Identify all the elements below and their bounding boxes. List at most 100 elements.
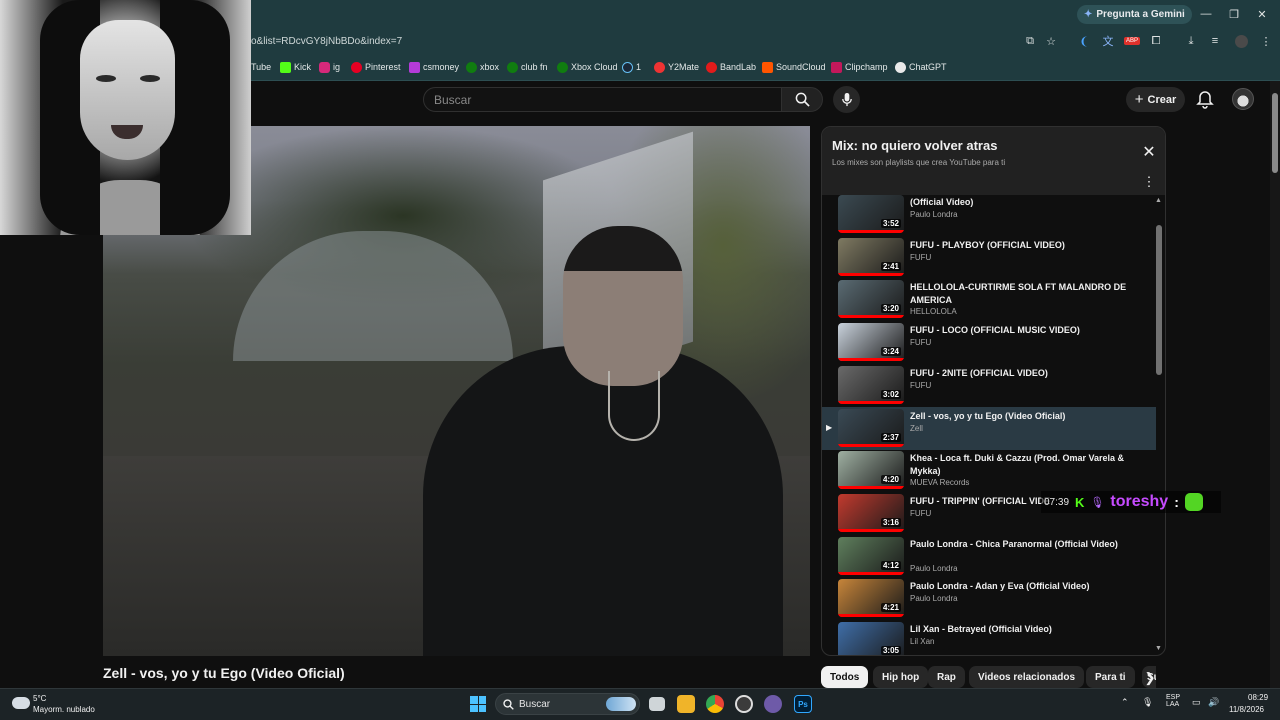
playlist-thumbnail[interactable]: 2:37 bbox=[838, 408, 904, 447]
playlist-item[interactable]: 4:20 Khea - Loca ft. Duki & Cazzu (Prod. … bbox=[822, 449, 1156, 492]
bookmark-instagram[interactable]: ig bbox=[319, 60, 340, 74]
scroll-up-icon[interactable]: ▲ bbox=[1155, 197, 1162, 204]
profile-icon[interactable] bbox=[1233, 33, 1249, 49]
playlist-item-title[interactable]: (Official Video) bbox=[910, 196, 1150, 209]
weather-temperature[interactable]: 5°C bbox=[33, 694, 46, 703]
weather-cloud-icon[interactable] bbox=[12, 697, 30, 709]
playlist-thumbnail[interactable]: 4:20 bbox=[838, 451, 904, 490]
adblock-icon[interactable]: ABP bbox=[1124, 33, 1141, 49]
language-indicator[interactable]: ESP LAA bbox=[1166, 694, 1180, 708]
bookmark-chatgpt[interactable]: ChatGPT bbox=[895, 60, 947, 74]
taskbar-time[interactable]: 08:29 bbox=[1248, 693, 1268, 702]
chip-filter[interactable]: Hip hop bbox=[873, 666, 929, 688]
translate-icon[interactable]: 文 bbox=[1100, 33, 1116, 49]
playlist-thumbnail[interactable]: 4:12 bbox=[838, 536, 904, 575]
playlist-item-title[interactable]: HELLOLOLA-CURTIRME SOLA FT MALANDRO DE A… bbox=[910, 281, 1150, 307]
bookmark-pinterest[interactable]: Pinterest bbox=[351, 60, 401, 74]
playlist-item-title[interactable]: Paulo Londra - Adan y Eva (Official Vide… bbox=[910, 580, 1150, 593]
bookmark-y2mate[interactable]: Y2Mate bbox=[654, 60, 699, 74]
bookmark-kick[interactable]: Kick bbox=[280, 60, 311, 74]
chrome-icon[interactable] bbox=[706, 695, 724, 713]
restore-icon[interactable]: ❐ bbox=[1224, 5, 1244, 23]
chip-filter[interactable]: Para ti bbox=[1086, 666, 1135, 688]
bookmark-steam[interactable]: 1 bbox=[622, 60, 641, 74]
chip-filter[interactable]: Videos relacionados bbox=[969, 666, 1085, 688]
download-icon[interactable]: ⤓ bbox=[1183, 33, 1199, 49]
scroll-down-icon[interactable]: ▼ bbox=[1155, 645, 1162, 652]
close-window-icon[interactable]: ✕ bbox=[1252, 5, 1272, 23]
url-text[interactable]: o&list=RDcvGY8jNbBDo&index=7 bbox=[251, 36, 402, 47]
voice-search-button[interactable] bbox=[833, 86, 860, 113]
playlist-item-title[interactable]: FUFU - 2NITE (OFFICIAL VIDEO) bbox=[910, 367, 1150, 380]
bookmark-csmoney[interactable]: csmoney bbox=[409, 60, 459, 74]
playlist-thumbnail[interactable]: 3:02 bbox=[838, 365, 904, 404]
puzzle-icon[interactable]: ⧠ bbox=[1148, 33, 1164, 49]
menu-kebab-icon[interactable]: ⋮ bbox=[1258, 33, 1274, 49]
playlist-item-title[interactable]: Khea - Loca ft. Duki & Cazzu (Prod. Omar… bbox=[910, 452, 1150, 478]
weather-description[interactable]: Mayorm. nublado bbox=[33, 705, 95, 714]
notifications-bell-icon[interactable] bbox=[1195, 90, 1215, 110]
bookmark-youtube[interactable]: Tube bbox=[251, 60, 271, 74]
bookmark-club-fn[interactable]: club fn bbox=[507, 60, 548, 74]
video-frame-chain bbox=[608, 371, 660, 441]
playlist-thumbnail[interactable]: 2:41 bbox=[838, 237, 904, 276]
playlist-item[interactable]: 3:05 Lil Xan - Betrayed (Official Video) L… bbox=[822, 620, 1156, 655]
bookmark-soundcloud[interactable]: SoundCloud bbox=[762, 60, 826, 74]
playlist-thumbnail[interactable]: 3:16 bbox=[838, 493, 904, 532]
photoshop-icon[interactable]: Ps bbox=[794, 695, 812, 713]
page-scrollbar-thumb[interactable] bbox=[1272, 93, 1278, 173]
task-view-icon[interactable] bbox=[649, 697, 665, 711]
file-explorer-icon[interactable] bbox=[677, 695, 695, 713]
tray-chevron-up-icon[interactable]: ⌃ bbox=[1121, 697, 1129, 708]
playlist-item[interactable]: 4:12 Paulo Londra - Chica Paranormal (Off… bbox=[822, 535, 1156, 578]
volume-icon[interactable]: 🔊 bbox=[1208, 697, 1219, 708]
chip-filter[interactable]: Rap bbox=[928, 666, 965, 688]
bookmark-star-icon[interactable]: ☆ bbox=[1043, 33, 1059, 49]
playlist-title[interactable]: Mix: no quiero volver atras bbox=[832, 138, 997, 153]
obs-icon[interactable] bbox=[735, 695, 753, 713]
playlist-item-title[interactable]: Lil Xan - Betrayed (Official Video) bbox=[910, 623, 1150, 636]
taskbar-date[interactable]: 11/8/2026 bbox=[1229, 705, 1264, 714]
playlist-item-title[interactable]: Zell - vos, yo y tu Ego (Video Oficial) bbox=[910, 410, 1150, 423]
playlist-scrollbar[interactable] bbox=[1156, 225, 1162, 375]
tray-microphone-icon[interactable]: 🎙 bbox=[1142, 697, 1153, 708]
playlist-thumbnail[interactable]: 4:21 bbox=[838, 579, 904, 618]
pinterest-icon bbox=[351, 61, 362, 73]
bookmark-clipchamp[interactable]: Clipchamp bbox=[831, 60, 888, 74]
media-queue-icon[interactable]: ≡ bbox=[1207, 33, 1223, 49]
bookmark-bandlab[interactable]: BandLab bbox=[706, 60, 756, 74]
more-options-icon[interactable]: ⋮ bbox=[1140, 173, 1158, 191]
playlist-thumbnail[interactable]: 3:05 bbox=[838, 622, 904, 655]
gemini-button[interactable]: ✦ Pregunta a Gemini bbox=[1077, 5, 1192, 24]
playlist-item-title[interactable]: Paulo Londra - Chica Paranormal (Officia… bbox=[910, 538, 1150, 551]
streaming-app-icon[interactable] bbox=[764, 695, 782, 713]
extension-icon[interactable]: ❨ bbox=[1076, 33, 1092, 49]
create-button[interactable]: + Crear bbox=[1126, 87, 1185, 112]
playlist-thumbnail[interactable]: 3:52 bbox=[838, 195, 904, 233]
playlist-item-title[interactable]: FUFU - LOCO (OFFICIAL MUSIC VIDEO) bbox=[910, 324, 1150, 337]
search-button[interactable] bbox=[781, 87, 823, 112]
windows-taskbar bbox=[0, 688, 1280, 720]
chevron-right-icon[interactable]: ❯ bbox=[1140, 668, 1160, 688]
playlist-thumbnail[interactable]: 3:20 bbox=[838, 280, 904, 319]
search-input[interactable] bbox=[423, 87, 782, 112]
playlist-item[interactable]: 3:20 HELLOLOLA-CURTIRME SOLA FT MALANDRO … bbox=[822, 278, 1156, 321]
playlist-item[interactable]: 3:24 FUFU - LOCO (OFFICIAL MUSIC VIDEO) FU… bbox=[822, 321, 1156, 364]
playlist-item[interactable]: 2:41 FUFU - PLAYBOY (OFFICIAL VIDEO) FUFU bbox=[822, 236, 1156, 279]
playlist-item[interactable]: 3:02 FUFU - 2NITE (OFFICIAL VIDEO) FUFU bbox=[822, 364, 1156, 407]
playlist-panel: Mix: no quiero volver atras Los mixes so… bbox=[821, 126, 1166, 656]
playlist-item[interactable]: 3:52 (Official Video) Paulo Londra bbox=[822, 193, 1156, 236]
network-icon[interactable]: ▭ bbox=[1192, 697, 1201, 708]
bookmark-xbox-cloud[interactable]: Xbox Cloud bbox=[557, 60, 618, 74]
bookmark-xbox[interactable]: xbox bbox=[466, 60, 499, 74]
windows-start-icon[interactable] bbox=[470, 696, 486, 712]
chip-filter[interactable]: Todos bbox=[821, 666, 869, 688]
account-avatar[interactable] bbox=[1232, 88, 1254, 110]
minimize-icon[interactable]: — bbox=[1196, 5, 1216, 23]
playlist-item[interactable]: 4:21 Paulo Londra - Adan y Eva (Official … bbox=[822, 577, 1156, 620]
playlist-item[interactable]: ▶ 2:37 Zell - vos, yo y tu Ego (Video Ofic… bbox=[822, 406, 1156, 450]
cast-icon[interactable]: ⧉ bbox=[1022, 33, 1038, 49]
close-icon[interactable]: ✕ bbox=[1140, 143, 1158, 161]
playlist-thumbnail[interactable]: 3:24 bbox=[838, 323, 904, 362]
playlist-item-title[interactable]: FUFU - PLAYBOY (OFFICIAL VIDEO) bbox=[910, 239, 1150, 252]
